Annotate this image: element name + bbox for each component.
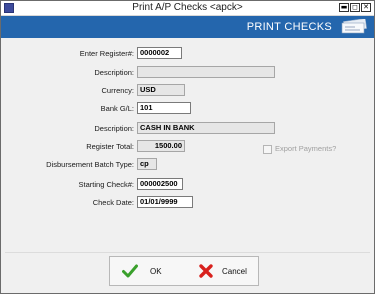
register-label: Enter Register#:	[79, 49, 134, 58]
bank-gl-label: Bank G/L:	[100, 104, 134, 113]
title-bar[interactable]: Print A/P Checks <apck> ▬ ◻ ✕	[1, 1, 374, 16]
close-button[interactable]: ✕	[361, 3, 371, 12]
description-label: Description:	[94, 68, 134, 77]
ok-label: OK	[150, 267, 162, 276]
register-row: Enter Register#: 0000002	[1, 47, 374, 60]
batch-type-row: Disbursement Batch Type: cp	[1, 158, 374, 171]
starting-check-input[interactable]: 000002500	[137, 178, 183, 190]
export-payments-checkbox[interactable]: Export Payments?	[263, 144, 336, 154]
export-payments-label: Export Payments?	[275, 144, 337, 153]
bank-gl-input[interactable]: 101	[137, 102, 191, 114]
export-payments-box[interactable]	[263, 144, 272, 154]
button-bar: OK Cancel	[109, 256, 259, 286]
register-total-label: Register Total:	[86, 142, 134, 151]
currency-row: Currency: USD	[1, 84, 374, 97]
currency-field: USD	[137, 84, 185, 96]
starting-check-row: Starting Check#: 000002500	[1, 178, 374, 191]
cancel-button[interactable]: Cancel	[184, 257, 257, 285]
bank-description-label: Description:	[94, 124, 134, 133]
window-title: Print A/P Checks <apck>	[132, 2, 243, 13]
description-field	[137, 66, 275, 78]
bank-description-field: CASH IN BANK	[137, 122, 275, 134]
check-date-input[interactable]: 01/01/9999	[137, 196, 193, 208]
batch-type-field: cp	[137, 158, 157, 170]
print-checks-window: Print A/P Checks <apck> ▬ ◻ ✕ PRINT CHEC…	[0, 0, 375, 294]
checkmark-icon	[122, 264, 138, 278]
description-row: Description:	[1, 66, 374, 79]
check-date-row: Check Date: 01/01/9999	[1, 196, 374, 209]
maximize-button[interactable]: ◻	[350, 3, 360, 12]
register-input[interactable]: 0000002	[137, 47, 182, 59]
bank-description-row: Description: CASH IN BANK	[1, 122, 374, 135]
header-title: PRINT CHECKS	[246, 21, 332, 33]
check-date-label: Check Date:	[92, 198, 134, 207]
currency-label: Currency:	[101, 86, 134, 95]
batch-type-label: Disbursement Batch Type:	[46, 160, 134, 169]
header-banner: PRINT CHECKS	[1, 16, 374, 38]
cancel-label: Cancel	[222, 267, 247, 276]
ok-button[interactable]: OK	[110, 257, 183, 285]
x-icon	[199, 264, 213, 278]
divider	[5, 252, 370, 253]
checks-icon	[341, 19, 367, 34]
minimize-button[interactable]: ▬	[339, 3, 349, 12]
starting-check-label: Starting Check#:	[78, 180, 134, 189]
register-total-field: 1500.00	[137, 140, 185, 152]
bank-gl-row: Bank G/L: 101	[1, 102, 374, 115]
